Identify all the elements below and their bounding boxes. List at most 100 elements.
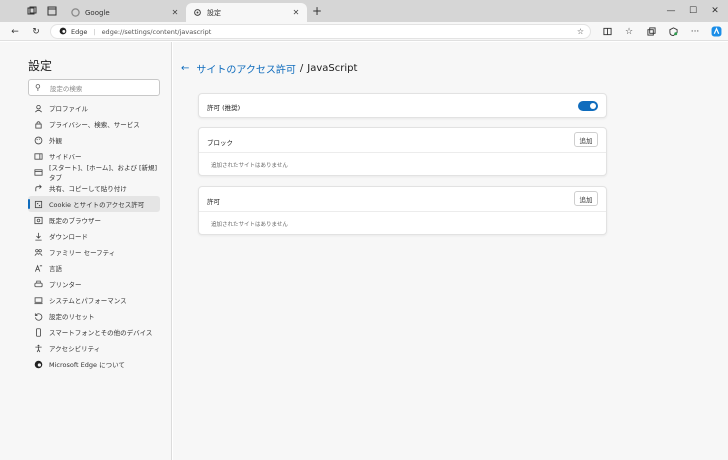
allow-recommended-label: 許可 (推奨) bbox=[207, 104, 241, 112]
edge-logo-icon bbox=[59, 27, 67, 37]
search-icon: ⚲ bbox=[35, 83, 41, 92]
settings-main: ← サイトのアクセス許可 / JavaScript 許可 (推奨) ブロック 追… bbox=[173, 42, 728, 460]
breadcrumb: ← サイトのアクセス許可 / JavaScript bbox=[181, 61, 357, 76]
sidebar-item-label: 既定のブラウザー bbox=[49, 217, 101, 225]
allow-add-button[interactable]: 追加 bbox=[574, 191, 598, 206]
sidebar-item-label: 共有、コピーして貼り付け bbox=[49, 185, 127, 193]
favorites-icon[interactable]: ☆ bbox=[622, 25, 636, 38]
divider bbox=[199, 152, 606, 153]
sidebar-item-label: プリンター bbox=[49, 281, 82, 289]
allow-recommended-card: 許可 (推奨) bbox=[198, 93, 607, 118]
sidebar-icon bbox=[34, 152, 43, 161]
sidebar-item-downloads[interactable]: ダウンロード bbox=[28, 228, 160, 244]
back-icon[interactable]: ← bbox=[8, 25, 22, 38]
sidebar-title: 設定 bbox=[28, 59, 53, 73]
sidebar-item-label: プロファイル bbox=[49, 105, 88, 113]
sidebar-item-about[interactable]: Microsoft Edge について bbox=[28, 356, 160, 372]
close-tab-icon[interactable]: ✕ bbox=[291, 8, 301, 17]
lock-icon bbox=[34, 120, 43, 129]
home-icon bbox=[34, 168, 43, 177]
url-text[interactable]: edge://settings/content/javascript bbox=[102, 28, 212, 36]
browser-essentials-icon[interactable] bbox=[666, 25, 680, 38]
refresh-icon[interactable]: ↻ bbox=[29, 25, 43, 38]
tab-google[interactable]: Google ✕ bbox=[64, 3, 186, 22]
sidebar-item-privacy[interactable]: プライバシー、検索、サービス bbox=[28, 116, 160, 132]
browser-icon bbox=[34, 216, 43, 225]
block-list-card: ブロック 追加 追加されたサイトはありません bbox=[198, 127, 607, 176]
gear-icon bbox=[192, 8, 202, 18]
breadcrumb-parent-link[interactable]: サイトのアクセス許可 bbox=[196, 61, 296, 76]
family-icon bbox=[34, 248, 43, 257]
sidebar-item-family[interactable]: ファミリー セーフティ bbox=[28, 244, 160, 260]
sidebar-item-appearance[interactable]: 外観 bbox=[28, 132, 160, 148]
sidebar-item-languages[interactable]: 言語 bbox=[28, 260, 160, 276]
tab-actions-icon[interactable] bbox=[46, 5, 58, 17]
workspaces-icon[interactable] bbox=[26, 5, 38, 17]
phone-icon bbox=[34, 327, 43, 337]
sidebar-item-label: プライバシー、検索、サービス bbox=[49, 121, 140, 129]
allow-empty-text: 追加されたサイトはありません bbox=[211, 222, 288, 228]
back-arrow-icon[interactable]: ← bbox=[181, 63, 189, 74]
collections-icon[interactable] bbox=[644, 25, 658, 38]
reset-icon bbox=[34, 312, 43, 321]
sidebar-item-label: システムとパフォーマンス bbox=[49, 297, 127, 305]
minimize-icon[interactable]: — bbox=[664, 4, 678, 18]
google-favicon-icon bbox=[70, 8, 80, 18]
sidebar-item-accessibility[interactable]: アクセシビリティ bbox=[28, 340, 160, 356]
divider bbox=[199, 211, 606, 212]
sidebar-item-label: Microsoft Edge について bbox=[49, 361, 125, 369]
sidebar-item-profiles[interactable]: プロファイル bbox=[28, 100, 160, 116]
close-tab-icon[interactable]: ✕ bbox=[170, 8, 180, 17]
sidebar-item-default-browser[interactable]: 既定のブラウザー bbox=[28, 212, 160, 228]
sidebar-item-label: スマートフォンとその他のデバイス bbox=[49, 329, 153, 337]
tab-title: 設定 bbox=[207, 8, 221, 17]
sidebar-item-label: 言語 bbox=[49, 265, 62, 273]
site-label: Edge bbox=[71, 27, 88, 36]
profile-icon bbox=[34, 104, 43, 113]
sidebar-item-reset[interactable]: 設定のリセット bbox=[28, 308, 160, 324]
cookie-icon bbox=[34, 200, 43, 209]
maximize-icon[interactable]: ☐ bbox=[686, 4, 700, 18]
printer-icon bbox=[34, 280, 43, 289]
breadcrumb-separator: / bbox=[299, 63, 304, 74]
toggle-knob bbox=[590, 103, 596, 109]
address-separator: | bbox=[93, 27, 96, 36]
settings-sidebar: 設定 ⚲ 設定の検索 プロファイル プライバシー、検索、サービス 外観 サイドバ… bbox=[0, 42, 172, 460]
sidebar-item-devices[interactable]: スマートフォンとその他のデバイス bbox=[28, 324, 160, 340]
address-bar[interactable]: Edge | edge://settings/content/javascrip… bbox=[50, 24, 591, 39]
system-icon bbox=[34, 296, 43, 305]
new-tab-button[interactable]: + bbox=[310, 4, 324, 18]
allow-section-label: 許可 bbox=[207, 198, 220, 206]
block-add-button[interactable]: 追加 bbox=[574, 132, 598, 147]
search-input[interactable]: ⚲ 設定の検索 bbox=[28, 79, 160, 96]
allow-javascript-toggle[interactable] bbox=[578, 101, 598, 111]
sidebar-item-label: 設定のリセット bbox=[49, 313, 95, 321]
sidebar-item-system[interactable]: システムとパフォーマンス bbox=[28, 292, 160, 308]
edge-icon bbox=[34, 360, 43, 369]
favorite-star-icon[interactable]: ☆ bbox=[577, 27, 584, 36]
copilot-icon[interactable] bbox=[709, 25, 723, 38]
close-window-icon[interactable]: ✕ bbox=[708, 4, 722, 18]
allow-list-card: 許可 追加 追加されたサイトはありません bbox=[198, 186, 607, 235]
sidebar-item-start-home[interactable]: [スタート]、[ホーム]、および [新規] タブ bbox=[28, 164, 160, 182]
split-screen-icon[interactable] bbox=[600, 25, 614, 38]
sidebar-item-label: サイドバー bbox=[49, 153, 82, 161]
page-title: JavaScript bbox=[307, 63, 358, 74]
accessibility-icon bbox=[34, 344, 43, 353]
sidebar-item-share[interactable]: 共有、コピーして貼り付け bbox=[28, 180, 160, 196]
block-section-label: ブロック bbox=[207, 139, 233, 147]
sidebar-item-label: ファミリー セーフティ bbox=[49, 249, 116, 257]
tab-settings[interactable]: 設定 ✕ bbox=[186, 3, 307, 22]
sidebar-item-printers[interactable]: プリンター bbox=[28, 276, 160, 292]
appearance-icon bbox=[34, 136, 43, 145]
more-options-icon[interactable]: ··· bbox=[688, 25, 702, 38]
language-icon bbox=[34, 264, 43, 273]
sidebar-item-cookies[interactable]: Cookie とサイトのアクセス許可 bbox=[28, 196, 160, 212]
tab-strip: Google ✕ 設定 ✕ + — ☐ ✕ bbox=[0, 0, 728, 22]
sidebar-nav: プロファイル プライバシー、検索、サービス 外観 サイドバー [スタート]、[ホ… bbox=[28, 100, 160, 372]
search-placeholder: 設定の検索 bbox=[49, 84, 83, 93]
tab-title: Google bbox=[85, 8, 110, 17]
download-icon bbox=[34, 232, 43, 241]
share-icon bbox=[34, 184, 43, 193]
sidebar-item-label: 外観 bbox=[49, 137, 62, 145]
